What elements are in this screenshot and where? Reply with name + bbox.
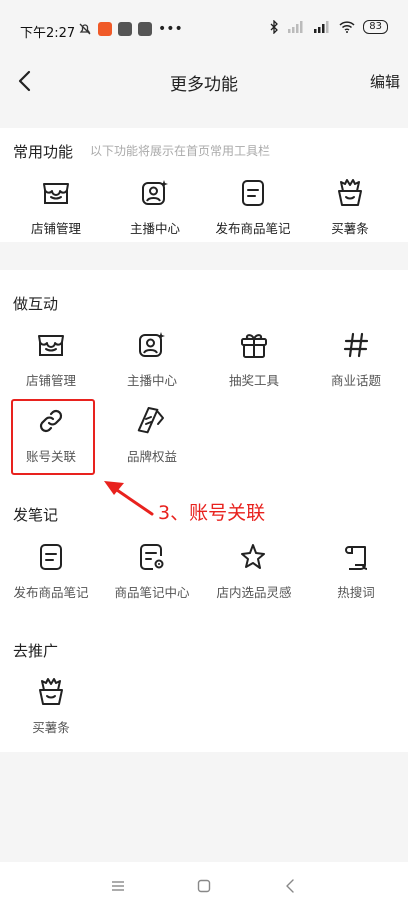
section-title: 常用功能 xyxy=(13,143,74,161)
section-title: 去推广 xyxy=(13,642,59,660)
item-label: 抽奖工具 xyxy=(228,373,279,388)
item-label: 主播中心 xyxy=(129,221,180,236)
item-label: 店铺管理 xyxy=(30,221,81,236)
back-icon[interactable] xyxy=(283,878,299,894)
item-label: 发布商品笔记 xyxy=(13,585,89,600)
section-subtitle: 以下功能将展示在首页常用工具栏 xyxy=(90,144,271,158)
interact-item-shop-management[interactable]: 店铺管理 xyxy=(0,330,102,389)
annotation-arrow-icon xyxy=(104,481,154,516)
interact-item-lottery-tool[interactable]: 抽奖工具 xyxy=(203,330,305,389)
common-item-shop-management[interactable]: 店铺管理 xyxy=(5,178,107,237)
status-notification-icons: ••• xyxy=(78,21,183,37)
common-item-anchor-center[interactable]: 主播中心 xyxy=(104,178,206,237)
app-notification-icon xyxy=(138,22,152,36)
item-label: 店内选品灵感 xyxy=(216,585,292,600)
scroll-icon xyxy=(345,546,368,570)
interact-item-brand-rights[interactable]: 品牌权益 xyxy=(101,406,203,465)
annotation-text: 3、账号关联 xyxy=(158,502,266,524)
promote-item-buy-fries[interactable]: 买薯条 xyxy=(0,677,102,736)
item-label: 商品笔记中心 xyxy=(114,585,190,600)
item-label: 发布商品笔记 xyxy=(215,221,291,236)
item-label: 买薯条 xyxy=(331,221,369,236)
item-label: 商业话题 xyxy=(330,373,381,388)
common-functions-section: 常用功能 以下功能将展示在首页常用工具栏 店铺管理 主播中心 发布商品笔记 买薯… xyxy=(0,128,408,242)
notes-item-publish-note[interactable]: 发布商品笔记 xyxy=(0,542,102,601)
notes-item-selection-inspiration[interactable]: 店内选品灵感 xyxy=(203,542,305,601)
notes-item-note-center[interactable]: 商品笔记中心 xyxy=(101,542,203,601)
note-icon xyxy=(40,544,62,570)
page-title: 更多功能 xyxy=(170,75,238,95)
common-item-buy-fries[interactable]: 买薯条 xyxy=(299,178,401,237)
more-icon: ••• xyxy=(158,21,183,37)
star-icon xyxy=(241,544,265,569)
interact-item-anchor-center[interactable]: 主播中心 xyxy=(101,330,203,389)
battery-indicator: 83 xyxy=(363,20,388,34)
nav-bar: 更多功能 编辑 xyxy=(0,56,408,106)
section-title: 做互动 xyxy=(13,295,59,313)
app-notification-icon xyxy=(98,22,112,36)
common-item-publish-note[interactable]: 发布商品笔记 xyxy=(202,178,304,237)
note-icon xyxy=(242,180,264,206)
status-bar: 下午2:27 ••• 83 xyxy=(0,0,408,56)
notes-item-hot-search[interactable]: 热搜词 xyxy=(305,542,407,601)
note-settings-icon xyxy=(140,544,164,570)
app-notification-icon xyxy=(118,22,132,36)
mute-icon xyxy=(79,23,91,35)
hashtag-icon xyxy=(343,332,369,358)
signal-icon xyxy=(314,21,329,33)
bluetooth-icon xyxy=(270,20,279,34)
signal-icon xyxy=(288,21,303,33)
section-title: 发笔记 xyxy=(13,506,59,524)
anchor-icon xyxy=(142,180,168,205)
edit-button[interactable]: 编辑 xyxy=(370,71,400,92)
home-icon[interactable] xyxy=(196,878,212,894)
item-label: 热搜词 xyxy=(337,585,375,600)
brand-icon xyxy=(137,407,164,434)
wifi-icon xyxy=(339,21,355,33)
fries-icon xyxy=(39,678,63,705)
gift-icon xyxy=(241,334,267,358)
item-label: 品牌权益 xyxy=(126,449,177,464)
menu-icon[interactable] xyxy=(110,878,126,894)
shop-icon xyxy=(38,335,64,356)
interact-item-business-topic[interactable]: 商业话题 xyxy=(305,330,407,389)
anchor-icon xyxy=(139,332,165,357)
system-nav-bar xyxy=(0,862,408,910)
item-label: 店铺管理 xyxy=(25,373,76,388)
annotation-highlight-box xyxy=(11,399,95,475)
item-label: 主播中心 xyxy=(126,373,177,388)
shop-icon xyxy=(43,183,69,204)
status-time: 下午2:27 xyxy=(20,26,76,41)
status-right-icons: 83 xyxy=(269,20,388,34)
item-label: 买薯条 xyxy=(32,720,70,735)
fries-icon xyxy=(338,179,362,206)
